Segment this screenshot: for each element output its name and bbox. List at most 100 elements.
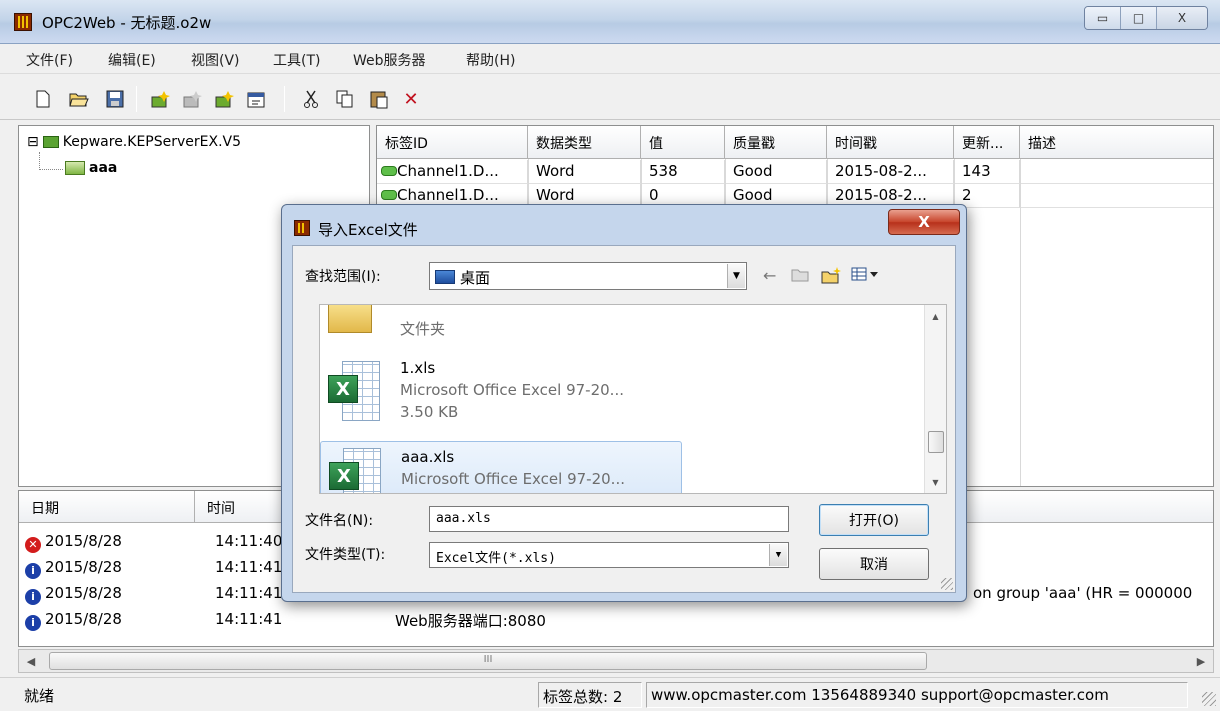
horizontal-scrollbar[interactable]: ◀ III ▶ [18, 649, 1214, 673]
scroll-thumb[interactable]: III [49, 652, 927, 670]
save-icon[interactable] [104, 88, 126, 110]
file-list-scrollbar[interactable]: ▲ ▼ [924, 305, 946, 493]
resize-grip-icon[interactable] [1202, 692, 1216, 706]
view-menu-icon[interactable] [851, 266, 881, 286]
col-description[interactable]: 描述 [1020, 126, 1213, 159]
excel-file-icon: X [325, 446, 387, 493]
tree-group-label: aaa [89, 160, 118, 176]
log-message: on group 'aaa' (HR = 000000 [973, 584, 1193, 602]
file-size: 3.50 KB [400, 403, 459, 421]
scroll-left-icon[interactable]: ◀ [21, 652, 41, 670]
log-date: 2015/8/28 [45, 610, 122, 628]
cell-data-type: Word [528, 160, 641, 184]
col-quality[interactable]: 质量戳 [725, 126, 827, 159]
file-type-text: Microsoft Office Excel 97-20... [401, 470, 625, 488]
filetype-select[interactable]: Excel文件(*.xls) ▼ [429, 542, 789, 568]
info-icon: i [25, 562, 41, 579]
open-icon[interactable] [68, 88, 90, 110]
close-button[interactable]: X [1157, 7, 1207, 29]
tree-node-server[interactable]: ⊟ Kepware.KEPServerEX.V5 [27, 134, 241, 150]
maximize-button[interactable]: □ [1121, 7, 1157, 29]
log-time: 14:11:41 [215, 610, 283, 628]
list-item-folder[interactable]: 文件夹 [320, 305, 682, 353]
cancel-button[interactable]: 取消 [819, 548, 929, 580]
file-type-text: Microsoft Office Excel 97-20... [400, 381, 624, 399]
list-item-file-selected[interactable]: X aaa.xls Microsoft Office Excel 97-20..… [320, 441, 682, 493]
file-type-text: 文件夹 [400, 320, 446, 338]
app-icon [14, 13, 32, 31]
log-message: Web服务器端口:8080 [395, 612, 546, 630]
filename-input[interactable]: aaa.xls [429, 506, 789, 532]
folder-icon [328, 305, 372, 333]
look-in-value: 桌面 [460, 269, 491, 287]
log-date: 2015/8/28 [45, 558, 122, 576]
add-tag-icon[interactable] [182, 88, 204, 110]
dialog-body: 查找范围(I): 桌面 ▼ ← 文件夹 X 1.xls Microsoft Of… [292, 245, 956, 593]
chevron-down-icon[interactable]: ▼ [727, 264, 745, 288]
filename-label: 文件名(N): [305, 513, 374, 529]
info-icon: i [25, 614, 41, 631]
scroll-down-icon[interactable]: ▼ [925, 473, 946, 491]
tree-node-group[interactable]: aaa [65, 160, 117, 176]
menu-edit[interactable]: 编辑(E) [108, 50, 156, 70]
log-date: 2015/8/28 [45, 532, 122, 550]
paste-icon[interactable] [368, 88, 390, 110]
cell-value: 538 [641, 160, 725, 184]
file-name: aaa.xls [401, 448, 455, 466]
dialog-close-button[interactable]: X [888, 209, 960, 235]
cut-icon[interactable] [300, 88, 322, 110]
back-icon[interactable]: ← [763, 266, 776, 285]
menu-help[interactable]: 帮助(H) [466, 50, 515, 70]
menu-tools[interactable]: 工具(T) [273, 50, 320, 70]
status-ready: 就绪 [24, 687, 55, 705]
scroll-right-icon[interactable]: ▶ [1191, 652, 1211, 670]
dialog-app-icon [294, 220, 310, 236]
cell-tag-id: Channel1.D... [397, 162, 499, 180]
tree-server-label: Kepware.KEPServerEX.V5 [62, 134, 242, 150]
cell-timestamp: 2015-08-2... [827, 160, 954, 184]
cell-description [1020, 184, 1213, 208]
col-timestamp[interactable]: 时间戳 [827, 126, 954, 159]
file-list-scroll-thumb[interactable] [928, 431, 944, 453]
new-icon[interactable] [32, 88, 54, 110]
status-bar: 就绪 标签总数: 2 www.opcmaster.com 13564889340… [0, 677, 1220, 711]
file-list[interactable]: 文件夹 X 1.xls Microsoft Office Excel 97-20… [319, 304, 947, 494]
delete-icon[interactable]: ✕ [400, 88, 422, 110]
collapse-icon[interactable]: ⊟ [27, 134, 39, 150]
log-date: 2015/8/28 [45, 584, 122, 602]
log-row[interactable]: i 2015/8/28 14:11:41 Web服务器端口:8080 [19, 607, 987, 633]
look-in-combo[interactable]: 桌面 ▼ [429, 262, 747, 290]
minimize-button[interactable]: ▭ [1085, 7, 1121, 29]
scroll-up-icon[interactable]: ▲ [925, 307, 946, 325]
menu-file[interactable]: 文件(F) [26, 50, 73, 70]
table-row[interactable]: Channel1.D... Word 538 Good 2015-08-2...… [377, 160, 1213, 184]
filetype-value: Excel文件(*.xls) [436, 551, 556, 566]
properties-icon[interactable] [246, 88, 268, 110]
import-icon[interactable] [214, 88, 236, 110]
up-folder-icon[interactable] [791, 266, 809, 286]
error-icon: ✕ [25, 536, 41, 553]
col-date[interactable]: 日期 [19, 491, 195, 523]
col-value[interactable]: 值 [641, 126, 725, 159]
menu-web-server[interactable]: Web服务器 [353, 50, 426, 70]
window-controls: ▭ □ X [1084, 6, 1208, 30]
server-icon [42, 136, 59, 148]
copy-icon[interactable] [334, 88, 356, 110]
menu-view[interactable]: 视图(V) [191, 50, 240, 70]
group-folder-icon [65, 161, 85, 175]
col-updates[interactable]: 更新... [954, 126, 1020, 159]
open-button[interactable]: 打开(O) [819, 504, 929, 536]
list-item-file[interactable]: X 1.xls Microsoft Office Excel 97-20... … [320, 355, 682, 435]
new-folder-icon[interactable] [821, 266, 843, 288]
add-group-icon[interactable] [150, 88, 172, 110]
chevron-down-icon[interactable]: ▼ [769, 544, 787, 566]
col-data-type[interactable]: 数据类型 [528, 126, 641, 159]
status-tag-count: 标签总数: 2 [538, 682, 642, 708]
col-tag-id[interactable]: 标签ID [377, 126, 528, 159]
cell-quality: Good [725, 160, 827, 184]
file-name: 1.xls [400, 359, 436, 377]
cell-updates: 143 [954, 160, 1020, 184]
resize-grip-icon[interactable] [941, 578, 953, 590]
info-icon: i [25, 588, 41, 605]
toolbar-separator [136, 86, 137, 112]
